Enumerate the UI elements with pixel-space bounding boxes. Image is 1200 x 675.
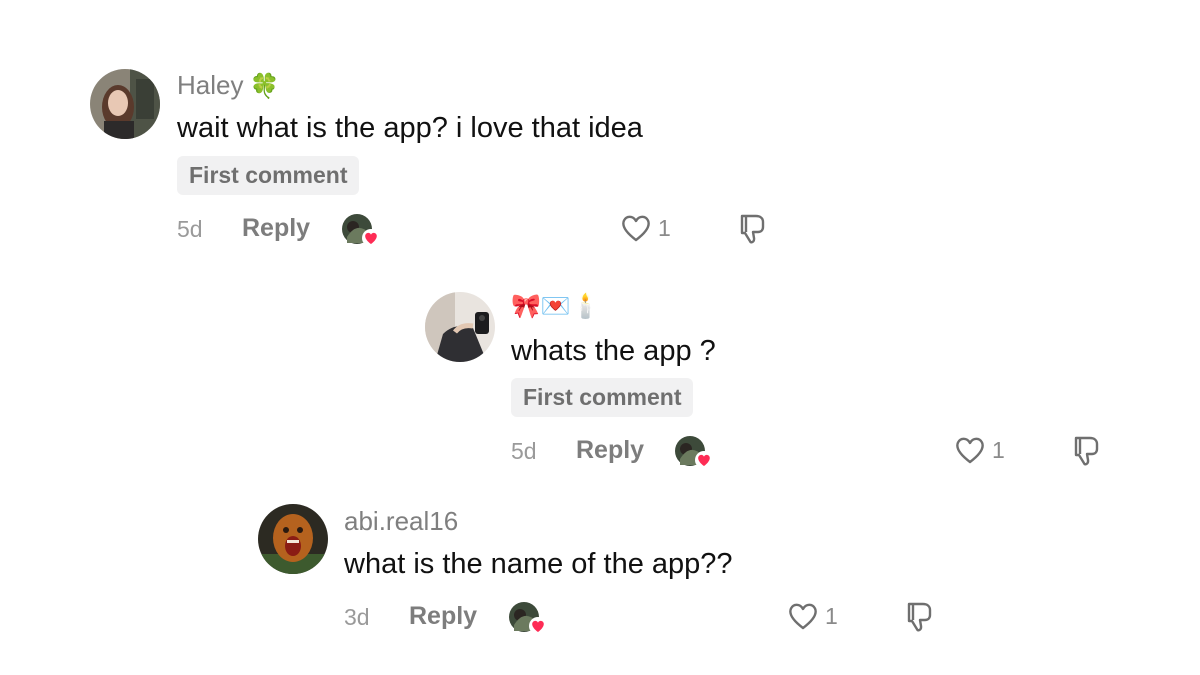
first-comment-badge: First comment [511,378,694,417]
like-button[interactable]: 1 [787,601,838,631]
username-text: Haley [177,70,244,100]
heart-icon [622,215,650,242]
creator-liked-avatar-icon [674,435,713,469]
like-count: 1 [658,214,671,241]
like-count: 1 [825,602,838,629]
like-button[interactable]: 1 [620,213,671,243]
reply-button[interactable]: Reply [409,602,477,631]
username[interactable]: abi.real16 [344,506,458,537]
comment-thread: Haley 🍀 wait what is the app? i love that… [0,0,1200,675]
thumbs-down-icon [740,214,765,244]
avatar[interactable] [90,69,160,139]
clover-emoji: 🍀 [249,73,280,100]
comment-text: wait what is the app? i love that idea [177,112,643,144]
thumbs-down-icon [907,602,932,632]
avatar[interactable] [258,504,328,574]
username-text: abi.real16 [344,506,459,536]
comment-time: 5d [511,438,537,464]
username[interactable]: Haley 🍀 [177,70,279,101]
like-count: 1 [992,436,1005,463]
thumbs-down-icon [1074,436,1099,466]
comment-text: what is the name of the app?? [344,548,733,580]
dislike-button[interactable] [903,600,935,639]
reply-button[interactable]: Reply [576,436,644,465]
reply-button[interactable]: Reply [242,214,310,243]
heart-icon [956,437,984,464]
creator-liked-avatar-icon [508,601,547,635]
username[interactable]: 🎀💌🕯️ [511,290,601,321]
comment-time: 5d [177,216,203,242]
avatar[interactable] [425,292,495,362]
comment-text: whats the app ? [511,335,716,367]
username-emojis: 🎀💌🕯️ [511,293,601,320]
first-comment-badge: First comment [177,156,360,195]
dislike-button[interactable] [736,212,768,251]
comment-time: 3d [344,604,370,630]
like-button[interactable]: 1 [954,435,1005,465]
dislike-button[interactable] [1070,434,1102,473]
creator-liked-avatar-icon [341,213,380,247]
heart-icon [789,603,817,630]
